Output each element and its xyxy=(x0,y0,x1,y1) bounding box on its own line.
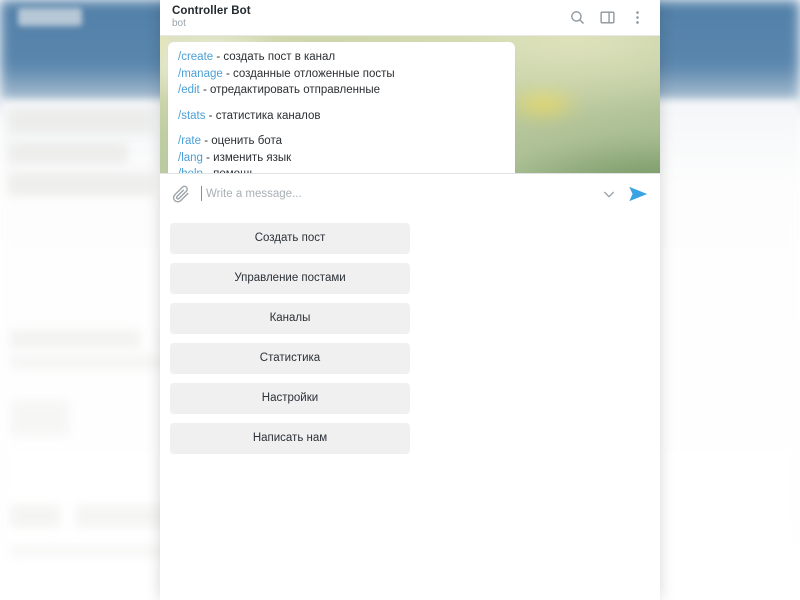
chat-header-titles: Controller Bot bot xyxy=(172,5,569,30)
command-token[interactable]: /edit xyxy=(178,84,200,96)
backdrop-block xyxy=(8,172,154,196)
more-menu-icon[interactable] xyxy=(629,9,646,26)
command-spacer xyxy=(178,124,505,133)
command-token[interactable]: /create xyxy=(178,51,213,63)
message-composer xyxy=(160,172,660,214)
paperclip-icon[interactable] xyxy=(172,184,191,203)
reply-button-channels[interactable]: Каналы xyxy=(170,302,410,334)
command-desc: - создать пост в канал xyxy=(213,51,336,63)
command-desc: - статистика каналов xyxy=(205,109,321,122)
chat-header-actions xyxy=(569,9,652,26)
reply-button-contact-us[interactable]: Написать нам xyxy=(170,422,410,454)
backdrop-block xyxy=(8,142,128,164)
backdrop-block xyxy=(8,108,154,134)
command-desc: - отредактировать отправленные xyxy=(199,84,380,96)
backdrop-block xyxy=(10,330,140,348)
command-list: /create - создать пост в канал /manage -… xyxy=(178,49,505,173)
chat-header: Controller Bot bot xyxy=(160,0,660,36)
command-line: /manage - созданные отложенные посты xyxy=(178,66,505,83)
command-desc: - помощь xyxy=(203,168,255,173)
sidebar-panel-icon[interactable] xyxy=(599,9,616,26)
command-desc: - созданные отложенные посты xyxy=(222,67,395,80)
backdrop-block xyxy=(10,505,60,527)
command-token[interactable]: /manage xyxy=(178,68,223,80)
backdrop-block xyxy=(10,400,70,436)
command-token[interactable]: /lang xyxy=(178,152,203,164)
message-list: /create - создать пост в канал /manage -… xyxy=(160,36,660,173)
chat-subtitle: bot xyxy=(172,18,186,30)
message-bubble-commands[interactable]: /create - создать пост в канал /manage -… xyxy=(168,42,515,173)
command-line: /stats - статистика каналов xyxy=(178,108,505,125)
command-desc: - изменить язык xyxy=(202,151,292,164)
reply-button-statistics[interactable]: Статистика xyxy=(170,342,410,374)
command-line: /rate - оценить бота xyxy=(178,133,505,150)
reply-button-settings[interactable]: Настройки xyxy=(170,382,410,414)
command-line: /lang - изменить язык xyxy=(178,150,505,167)
backdrop-block xyxy=(10,355,180,369)
chevron-down-icon[interactable] xyxy=(601,186,617,202)
reply-keyboard: Создать пост Управление постами Каналы С… xyxy=(160,213,660,600)
chat-title: Controller Bot xyxy=(172,5,251,18)
command-line: /help - помощь xyxy=(178,166,505,173)
chat-message-area[interactable]: /create - создать пост в канал /manage -… xyxy=(160,36,660,173)
command-spacer xyxy=(178,99,505,108)
command-line: /edit - отредактировать отправленные xyxy=(178,82,505,99)
command-token[interactable]: /rate xyxy=(178,135,201,147)
command-line: /create - создать пост в канал xyxy=(178,49,505,66)
telegram-chat-window: Controller Bot bot /create - создать пос… xyxy=(160,0,660,600)
command-token[interactable]: /stats xyxy=(178,110,205,122)
command-token[interactable]: /help xyxy=(178,168,203,173)
send-arrow-icon[interactable] xyxy=(627,183,649,205)
reply-button-create-post[interactable]: Создать пост xyxy=(170,222,410,254)
backdrop-browser-tab xyxy=(18,8,82,26)
reply-button-manage-posts[interactable]: Управление постами xyxy=(170,262,410,294)
message-input[interactable] xyxy=(201,186,591,201)
search-icon[interactable] xyxy=(569,9,586,26)
command-desc: - оценить бота xyxy=(201,135,282,147)
